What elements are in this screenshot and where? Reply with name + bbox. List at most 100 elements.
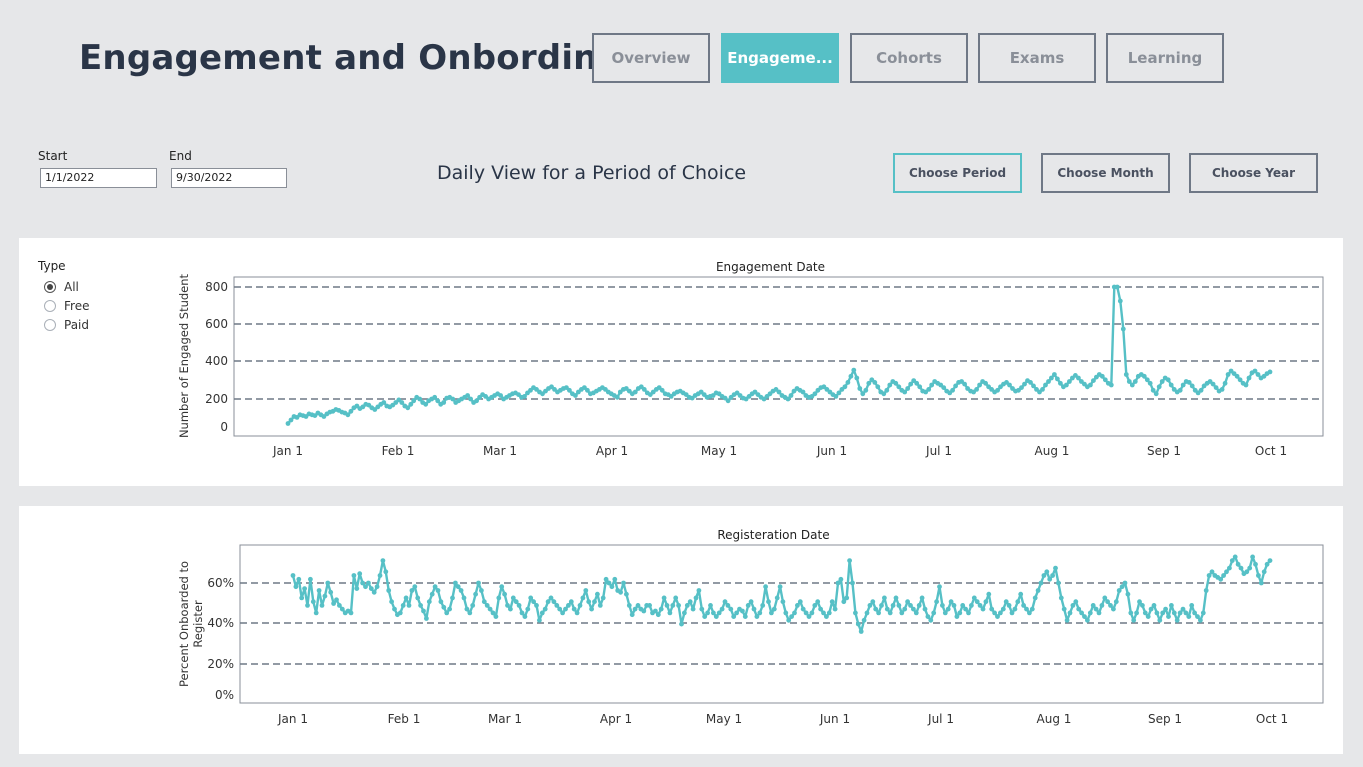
data-point	[696, 588, 702, 593]
data-point	[838, 576, 844, 582]
data-point	[1122, 580, 1128, 586]
data-point	[380, 558, 386, 563]
data-point	[1006, 603, 1012, 608]
data-point	[534, 603, 539, 608]
data-point	[931, 610, 937, 616]
data-point	[1235, 561, 1241, 567]
data-point	[328, 589, 334, 595]
data-point	[855, 621, 861, 627]
data-point	[957, 610, 963, 616]
data-point	[809, 610, 815, 616]
data-point	[444, 610, 450, 616]
data-point	[435, 588, 441, 593]
data-point	[844, 595, 850, 601]
x-tick-label: May 1	[706, 712, 742, 726]
data-point	[1145, 614, 1151, 619]
data-point	[542, 606, 548, 612]
data-point	[797, 599, 803, 605]
data-point	[719, 606, 725, 612]
data-point	[310, 599, 316, 605]
data-point	[942, 610, 948, 616]
data-point	[771, 606, 777, 612]
data-point	[1267, 558, 1273, 563]
data-point	[1099, 603, 1105, 608]
data-point	[1116, 588, 1122, 593]
data-point	[641, 608, 647, 614]
data-point	[919, 595, 925, 601]
data-point	[438, 599, 444, 605]
data-point	[760, 603, 766, 608]
data-point	[313, 610, 319, 616]
data-point	[769, 610, 774, 616]
data-point	[595, 591, 600, 597]
data-point	[884, 606, 890, 612]
data-point	[655, 612, 661, 618]
data-point	[1044, 569, 1050, 575]
y-tick-label: 0%	[215, 688, 234, 702]
data-point	[1029, 606, 1035, 612]
data-point	[624, 591, 629, 597]
data-point	[870, 599, 876, 605]
data-point	[508, 606, 513, 612]
data-point	[1186, 614, 1192, 619]
data-point	[1058, 595, 1064, 601]
data-point	[916, 603, 922, 608]
data-point	[455, 584, 461, 590]
data-point	[302, 586, 307, 591]
y-axis-label-line: Register	[191, 600, 205, 648]
data-point	[1012, 606, 1018, 612]
data-point	[583, 588, 589, 593]
data-point	[1131, 617, 1137, 623]
data-point	[377, 573, 383, 578]
x-tick-label: Apr 1	[600, 712, 632, 726]
data-point	[1253, 561, 1258, 567]
data-point	[1050, 573, 1055, 578]
data-point	[986, 591, 992, 597]
data-point	[800, 606, 806, 612]
data-point	[426, 599, 432, 605]
x-tick-label: Jun 1	[819, 712, 850, 726]
data-point	[447, 606, 452, 612]
data-point	[1140, 603, 1145, 608]
data-point	[748, 599, 754, 605]
data-point	[322, 593, 328, 599]
data-point	[1163, 606, 1168, 612]
data-point	[945, 606, 951, 612]
data-point	[409, 588, 415, 593]
data-point	[499, 584, 505, 590]
data-point	[1160, 610, 1166, 616]
data-point	[858, 629, 864, 634]
data-point	[940, 603, 945, 608]
data-point	[496, 595, 502, 601]
data-point	[539, 610, 545, 616]
data-point	[783, 610, 789, 616]
data-point	[705, 610, 710, 616]
data-point	[1125, 591, 1131, 597]
data-point	[896, 603, 902, 608]
data-point	[479, 588, 484, 593]
data-point	[740, 608, 745, 614]
data-point	[545, 599, 551, 605]
data-point	[429, 591, 435, 597]
data-point	[450, 595, 455, 601]
data-point	[1169, 603, 1174, 608]
data-point	[557, 606, 563, 612]
data-point	[421, 608, 426, 614]
data-point	[609, 584, 615, 590]
data-point	[592, 599, 597, 605]
data-point	[351, 573, 357, 578]
data-point	[597, 603, 603, 608]
data-point	[1064, 617, 1070, 623]
data-point	[664, 603, 670, 608]
data-point	[415, 595, 421, 601]
data-point	[629, 612, 635, 618]
data-point	[850, 580, 855, 586]
data-point	[383, 569, 389, 575]
data-point	[893, 595, 899, 601]
data-point	[661, 595, 667, 601]
data-point	[589, 606, 594, 612]
data-point	[1047, 576, 1053, 582]
data-point	[969, 603, 974, 608]
data-point	[682, 610, 687, 616]
data-point	[670, 603, 676, 608]
